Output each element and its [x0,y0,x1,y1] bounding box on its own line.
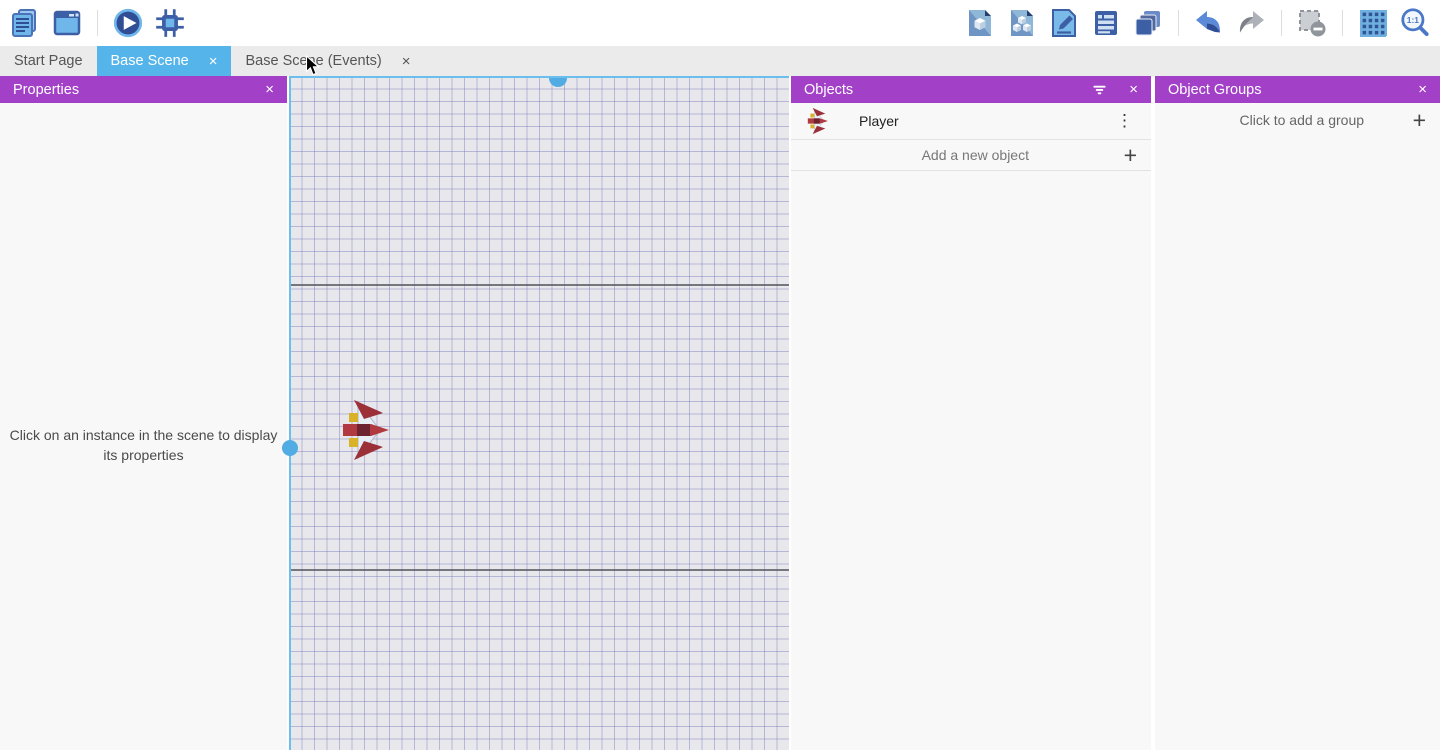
play-preview-icon[interactable] [111,6,145,40]
player-object-thumbnail [805,107,829,135]
panel-title: Object Groups [1168,82,1262,98]
toolbar-separator [1342,10,1343,36]
object-list-item-player[interactable]: Player ⋮ [791,103,1151,140]
panel-resize-handle-top[interactable] [549,78,567,87]
toolbar-separator [1178,10,1179,36]
main-toolbar: 1:1 [0,0,1440,46]
instances-list-icon[interactable] [1089,6,1123,40]
properties-panel: Properties × Click on an instance in the… [0,76,287,750]
filter-icon[interactable] [1092,82,1107,97]
object-name-label: Player [859,113,899,129]
add-group-row[interactable]: Click to add a group + [1155,103,1440,137]
tab-base-scene[interactable]: Base Scene × [97,46,232,76]
zoom-1-1-icon[interactable]: 1:1 [1398,6,1432,40]
tab-label: Base Scene [111,53,189,69]
undo-icon[interactable] [1192,6,1226,40]
panel-title: Properties [13,82,79,98]
preview-window-icon[interactable] [50,6,84,40]
tab-label: Start Page [14,53,83,69]
close-panel-icon[interactable]: × [1129,81,1138,98]
debug-icon[interactable] [153,6,187,40]
player-instance-sprite[interactable] [337,398,391,462]
object-groups-panel-icon[interactable] [1005,6,1039,40]
project-manager-icon[interactable] [8,6,42,40]
toolbar-left-group [0,6,187,40]
close-tab-icon[interactable]: × [402,54,411,69]
toggle-grid-icon[interactable] [1356,6,1390,40]
tab-base-scene-events[interactable]: Base Scene (Events) × [231,46,424,76]
add-object-plus-icon[interactable]: + [1124,144,1137,167]
zoom-level-label: 1:1 [1407,15,1420,25]
panel-title: Objects [804,82,853,98]
objects-panel-header: Objects × [791,76,1151,103]
properties-panel-icon[interactable] [1047,6,1081,40]
objects-panel: Objects × Player ⋮ A [791,76,1151,750]
tab-label: Base Scene (Events) [245,53,381,69]
deselect-instances-icon[interactable] [1295,6,1329,40]
add-object-row[interactable]: Add a new object + [791,140,1151,171]
grid-major-line [289,284,789,286]
layers-panel-icon[interactable] [1131,6,1165,40]
toolbar-separator [97,10,98,36]
properties-panel-header: Properties × [0,76,287,103]
canvas-frame-left [289,76,291,750]
close-panel-icon[interactable]: × [1418,81,1427,98]
properties-empty-message: Click on an instance in the scene to dis… [0,425,287,465]
add-group-label: Click to add a group [1169,112,1413,128]
gdevelop-editor-window: 1:1 Start Page Base Scene × Base Scene (… [0,0,1440,750]
object-groups-panel-header: Object Groups × [1155,76,1440,103]
toolbar-right-group: 1:1 [963,6,1440,40]
add-object-label: Add a new object [805,147,1124,163]
panel-resize-handle-left[interactable] [282,440,298,456]
redo-icon[interactable] [1234,6,1268,40]
toolbar-separator [1281,10,1282,36]
canvas-frame-top [289,76,789,78]
objects-panel-icon[interactable] [963,6,997,40]
grid-major-line [289,569,789,571]
editor-tabbar: Start Page Base Scene × Base Scene (Even… [0,46,1440,76]
scene-editor-canvas[interactable] [289,76,789,750]
object-options-icon[interactable]: ⋮ [1112,111,1137,131]
add-group-plus-icon[interactable]: + [1413,109,1426,132]
close-panel-icon[interactable]: × [265,81,274,98]
close-tab-icon[interactable]: × [209,54,218,69]
object-groups-panel: Object Groups × Click to add a group + [1155,76,1440,750]
tab-start-page[interactable]: Start Page [0,46,97,76]
